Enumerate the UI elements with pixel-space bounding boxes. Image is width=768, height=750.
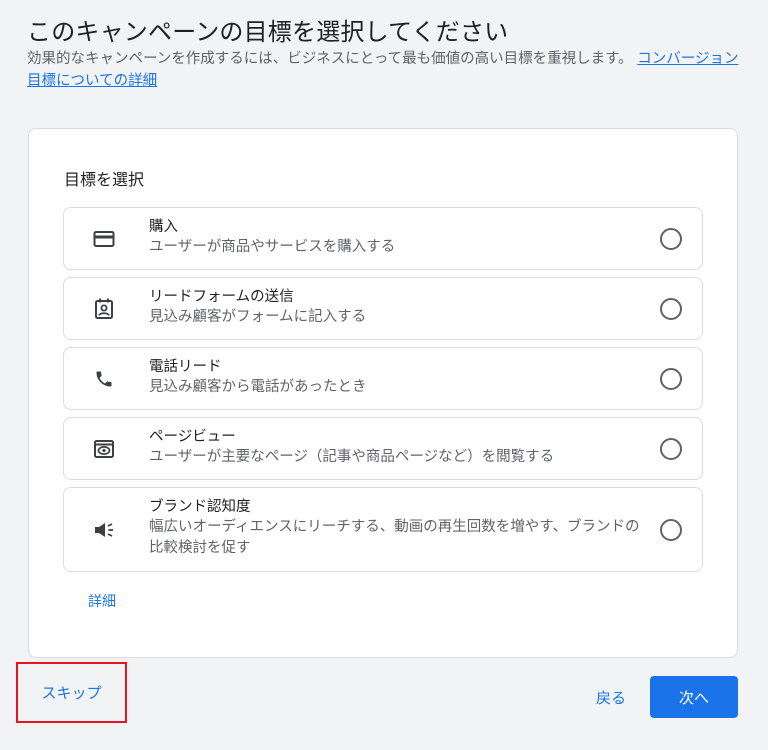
goal-option-lead-form[interactable]: リードフォームの送信 見込み顧客がフォームに記入する	[63, 277, 703, 340]
radio-button[interactable]	[660, 227, 682, 250]
page-description: 効果的なキャンペーンを作成するには、ビジネスにとって最も価値の高い目標を重視しま…	[27, 48, 739, 92]
card-heading: 目標を選択	[64, 170, 145, 189]
goal-option-phone-lead[interactable]: 電話リード 見込み顧客から電話があったとき	[63, 347, 703, 410]
option-description: 見込み顧客から電話があったとき	[149, 379, 367, 395]
option-title: リードフォームの送信	[149, 289, 294, 305]
description-text: 効果的なキャンペーンを作成するには、ビジネスにとって最も価値の高い目標を重視しま…	[27, 51, 633, 67]
goal-option-page-view[interactable]: ページビュー ユーザーが主要なページ（記事や商品ページなど）を閲覧する	[63, 417, 703, 480]
option-description: ユーザーが主要なページ（記事や商品ページなど）を閲覧する	[149, 449, 555, 465]
option-description: 幅広いオーディエンスにリーチする、動画の再生回数を増やす、ブランドの比較検討を促…	[149, 519, 640, 556]
goal-option-brand-awareness[interactable]: ブランド認知度 幅広いオーディエンスにリーチする、動画の再生回数を増やす、ブラン…	[63, 487, 703, 572]
back-button[interactable]: 戻る	[585, 677, 637, 717]
radio-button[interactable]	[660, 437, 682, 460]
option-title: ページビュー	[149, 429, 236, 445]
phone-icon	[92, 367, 116, 391]
goal-option-purchase[interactable]: 購入 ユーザーが商品やサービスを購入する	[63, 207, 703, 270]
details-link[interactable]: 詳細	[88, 591, 116, 611]
contact-form-icon	[92, 297, 116, 321]
option-title: 購入	[149, 219, 178, 235]
radio-button[interactable]	[660, 297, 682, 320]
option-title: 電話リード	[149, 359, 222, 375]
megaphone-icon	[92, 518, 116, 542]
option-description: ユーザーが商品やサービスを購入する	[149, 239, 396, 255]
radio-button[interactable]	[660, 518, 682, 541]
next-button[interactable]: 次へ	[650, 676, 738, 718]
radio-button[interactable]	[660, 367, 682, 390]
option-title: ブランド認知度	[149, 499, 251, 515]
goal-selection-card: 目標を選択 購入 ユーザーが商品やサービスを購入する リードフォームの送信 見込…	[28, 128, 738, 658]
page-view-icon	[92, 437, 116, 461]
page-title: このキャンペーンの目標を選択してください	[27, 18, 509, 46]
option-description: 見込み顧客がフォームに記入する	[149, 309, 367, 325]
credit-card-icon	[92, 227, 116, 251]
skip-button[interactable]: スキップ	[16, 662, 127, 723]
